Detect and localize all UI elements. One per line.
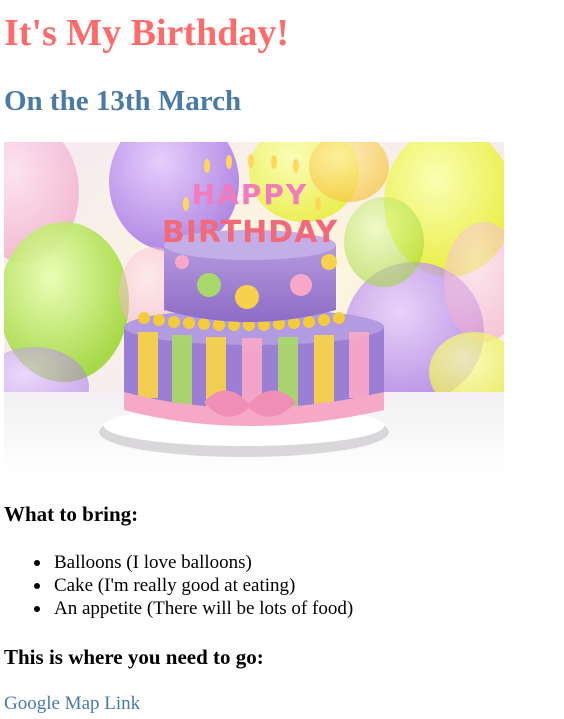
bullet-icon [34,606,40,612]
location-heading: This is where you need to go: [4,645,264,669]
birthday-candles-text: BIRTHDAY [162,215,339,250]
list-item-label: An appetite (There will be lots of food) [54,598,354,619]
list-item: Balloons (I love balloons) [34,551,353,574]
page-subtitle: On the 13th March [4,85,242,117]
what-to-bring-heading: What to bring: [4,502,139,526]
list-item-label: Cake (I'm really good at eating) [54,575,296,596]
google-map-link[interactable]: Google Map Link [4,692,140,716]
happy-candles-text: HAPPY [192,178,308,211]
bullet-icon [34,583,40,589]
bring-list: Balloons (I love balloons) Cake (I'm rea… [4,551,353,620]
page-title: It's My Birthday! [4,12,289,54]
list-item: Cake (I'm really good at eating) [34,574,353,597]
bullet-icon [34,560,40,566]
birthday-cake-image: HAPPY BIRTHDAY [4,142,504,474]
list-item: An appetite (There will be lots of food) [34,597,354,620]
list-item-label: Balloons (I love balloons) [54,552,252,573]
